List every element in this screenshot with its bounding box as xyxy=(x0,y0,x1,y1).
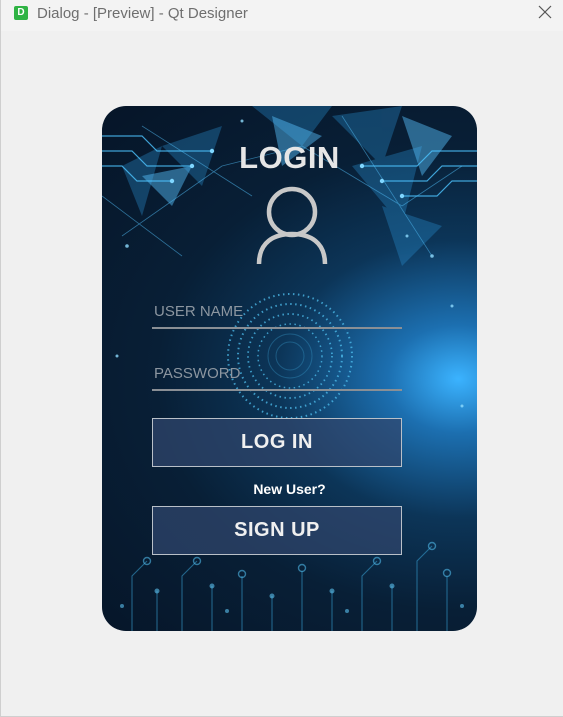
close-icon xyxy=(538,5,552,19)
designer-app-icon: D xyxy=(14,6,28,20)
close-button[interactable] xyxy=(529,0,561,26)
user-icon xyxy=(256,186,328,265)
signup-button[interactable]: SIGN UP xyxy=(152,506,402,555)
login-card: LOGIN LOG IN New User? SIGN UP xyxy=(102,106,477,631)
dialog-client-area: LOGIN LOG IN New User? SIGN UP xyxy=(2,31,563,716)
password-input[interactable] xyxy=(152,357,402,391)
window-title: Dialog - [Preview] - Qt Designer xyxy=(37,5,248,22)
login-button[interactable]: LOG IN xyxy=(152,418,402,467)
new-user-label: New User? xyxy=(253,481,326,497)
title-bar[interactable]: D Dialog - [Preview] - Qt Designer xyxy=(1,0,563,31)
login-title: LOGIN xyxy=(239,140,340,175)
username-input[interactable] xyxy=(152,295,402,329)
dialog-window: D Dialog - [Preview] - Qt Designer LOGIN… xyxy=(0,0,563,717)
